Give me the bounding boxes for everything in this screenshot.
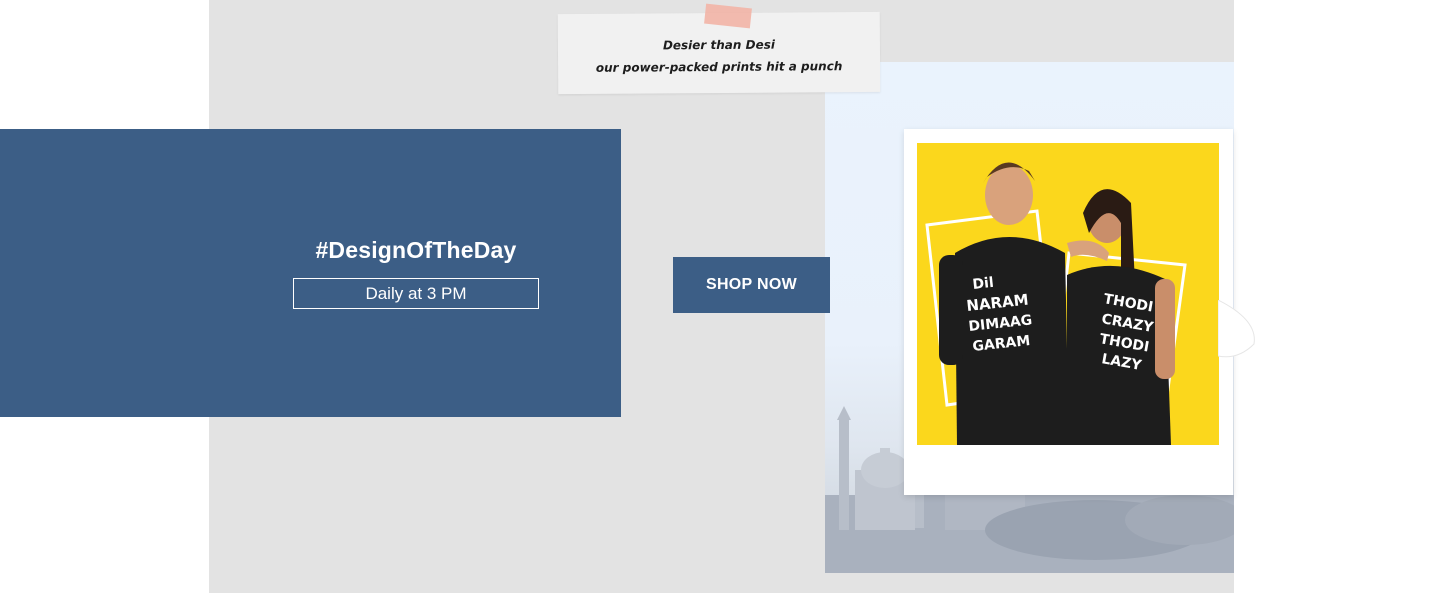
tagline-line-2: our power-packed prints hit a punch [595, 59, 843, 75]
product-photo: Dil NARAM DIMAAG GARAM THODI CRAZY THODI… [917, 143, 1219, 445]
paper-curl-decoration [1218, 300, 1255, 358]
promo-title: #DesignOfTheDay [315, 237, 517, 263]
product-polaroid-card[interactable]: Dil NARAM DIMAAG GARAM THODI CRAZY THODI… [904, 129, 1233, 495]
promo-panel [0, 129, 621, 417]
shop-now-button[interactable]: SHOP NOW [673, 257, 830, 313]
svg-text:Dil: Dil [972, 275, 995, 293]
promo-schedule-badge: Daily at 3 PM [293, 278, 539, 309]
models-tshirt-illustration: Dil NARAM DIMAAG GARAM THODI CRAZY THODI… [925, 162, 1187, 445]
tagline-line-1: Desier than Desi [662, 37, 776, 53]
